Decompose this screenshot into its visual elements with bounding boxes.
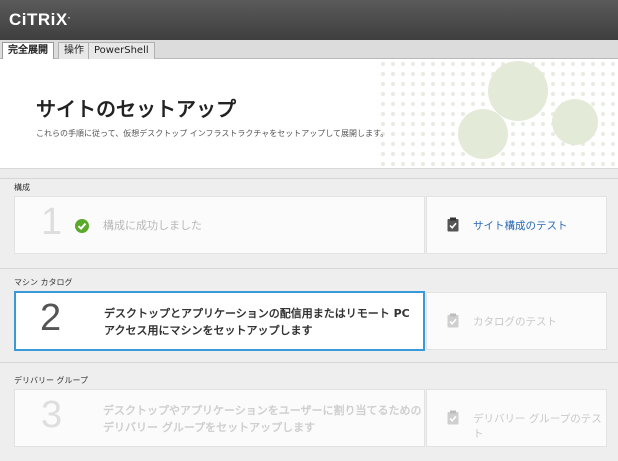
test-delivery-group-button[interactable]: デリバリー グループのテスト <box>426 389 607 447</box>
step-card-2[interactable]: 2 デスクトップとアプリケーションの配信用またはリモート PC アクセス用にマシ… <box>14 291 425 351</box>
step-number: 3 <box>41 394 63 436</box>
citrix-logo: CiTRiX. <box>9 10 71 29</box>
page-title: サイトのセットアップ <box>36 97 236 121</box>
clipboard-check-icon <box>447 410 459 425</box>
step-card-1[interactable]: 1 構成に成功しました <box>14 196 425 254</box>
step-description-line-2: アクセス用にマシンをセットアップします <box>104 324 313 337</box>
step-description-line-1: デスクトップやアプリケーションをユーザーに割り当てるための <box>103 404 422 417</box>
tab-operations[interactable]: 操作 <box>58 42 90 59</box>
clipboard-check-icon <box>447 217 459 232</box>
step-status-text: 構成に成功しました <box>103 219 202 232</box>
step-description-line-2: デリバリー グループをセットアップします <box>103 421 316 434</box>
clipboard-check-icon <box>447 313 459 328</box>
test-catalog-button[interactable]: カタログのテスト <box>426 292 607 350</box>
tab-powershell[interactable]: PowerShell <box>88 42 155 59</box>
test-site-config-button[interactable]: サイト構成のテスト <box>426 196 607 254</box>
step-number: 1 <box>41 201 63 243</box>
step-card-3[interactable]: 3 デスクトップやアプリケーションをユーザーに割り当てるための デリバリー グル… <box>14 389 425 447</box>
test-button-label: サイト構成のテスト <box>473 220 568 232</box>
section-label-machine-catalog: マシン カタログ <box>14 278 73 287</box>
top-bar: CiTRiX. <box>0 0 618 40</box>
decorative-shape <box>552 99 598 145</box>
test-button-label: カタログのテスト <box>473 316 557 328</box>
step-description-line-1: デスクトップとアプリケーションの配信用またはリモート PC <box>104 307 410 320</box>
section-label-delivery-group: デリバリー グループ <box>14 376 89 385</box>
tab-bar: 完全展開 操作 PowerShell <box>0 40 618 60</box>
section-label-configuration: 構成 <box>14 183 30 192</box>
setup-header: サイトのセットアップ これらの手順に従って、仮想デスクトップ インフラストラクチ… <box>0 59 618 169</box>
decorative-shape <box>488 61 548 121</box>
decorative-shape <box>458 109 508 159</box>
check-circle-icon <box>75 219 89 233</box>
step-number: 2 <box>40 297 62 339</box>
page-subtitle: これらの手順に従って、仮想デスクトップ インフラストラクチャをセットアップして展… <box>36 129 389 138</box>
tab-full-deployment[interactable]: 完全展開 <box>2 42 54 60</box>
test-button-label: デリバリー グループのテスト <box>473 413 602 440</box>
